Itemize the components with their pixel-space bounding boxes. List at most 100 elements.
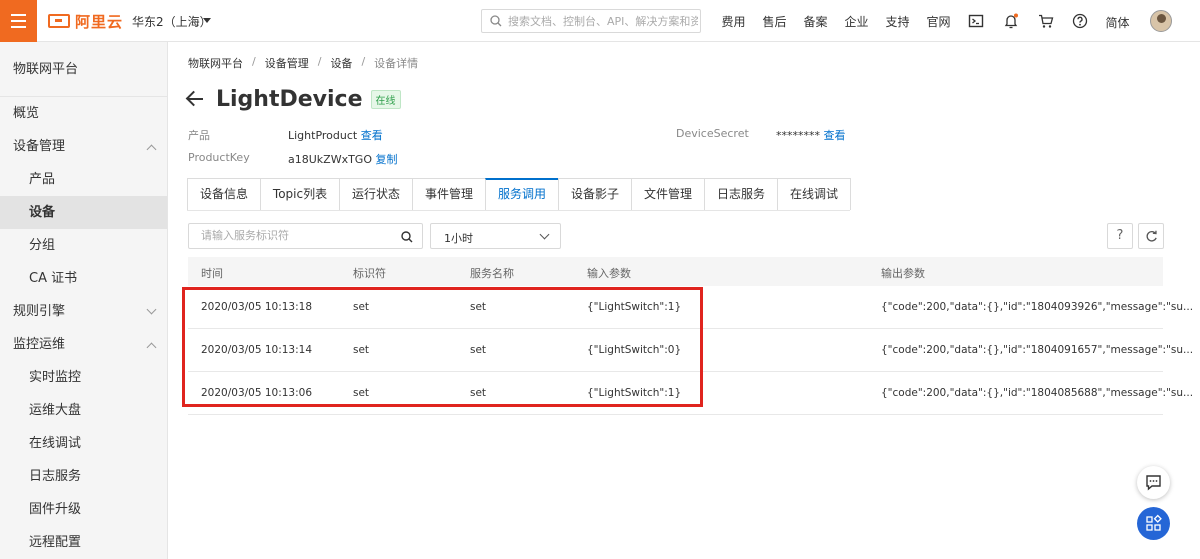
global-search[interactable] [481,9,701,33]
productkey-text: a18UkZWxTGO [288,153,372,166]
sidebar: 物联网平台 概览 设备管理 产品 设备 分组 CA 证书 规则引擎 监控运维 实… [0,42,168,559]
column-header-output-params: 输出参数 [881,267,925,280]
nav-link-fees[interactable]: 费用 [713,13,754,30]
view-product-link[interactable]: 查看 [361,129,383,142]
productkey-label: ProductKey [188,151,250,164]
nav-link-enterprise[interactable]: 企业 [836,13,877,30]
product-value: LightProduct 查看 [288,127,383,143]
global-search-input[interactable] [508,14,698,28]
sidebar-item-label: 远程配置 [29,535,82,550]
view-secret-link[interactable]: 查看 [824,129,846,142]
aliyun-logo[interactable]: 阿里云 [48,11,123,31]
devicesecret-value: ******** 查看 [776,127,846,143]
sidebar-item-realtime-monitoring[interactable]: 实时监控 [0,361,167,394]
back-arrow-icon[interactable] [186,90,204,108]
refresh-button[interactable] [1138,223,1164,249]
region-selector[interactable]: 华东2（上海） [132,13,212,30]
chevron-down-icon [146,304,157,315]
page-title: LightDevice [216,86,363,112]
hamburger-menu-button[interactable] [0,0,37,42]
sidebar-item-label: 在线调试 [29,436,82,451]
sidebar-item-label: 运维大盘 [29,403,82,418]
sidebar-item-device-management[interactable]: 设备管理 [0,130,167,163]
refresh-icon [1146,230,1157,242]
status-badge: 在线 [370,89,401,109]
tab-topic-list[interactable]: Topic列表 [260,178,340,210]
tab-run-status[interactable]: 运行状态 [339,178,413,210]
help-icon[interactable] [1072,13,1088,29]
sidebar-item-monitoring-ops[interactable]: 监控运维 [0,328,167,361]
chevron-up-icon [146,342,157,353]
column-header-service-name: 服务名称 [470,267,514,280]
sidebar-item-remote-config[interactable]: 远程配置 [0,526,167,559]
breadcrumb: 物联网平台 / 设备管理 / 设备 / 设备详情 [188,55,418,71]
breadcrumb-separator: / [361,55,366,68]
top-navigation-bar: 阿里云 华东2（上海） 费用 售后 备案 企业 支持 官网 简体 [0,0,1200,42]
sidebar-item-rule-engine[interactable]: 规则引擎 [0,295,167,328]
time-range-value: 1小时 [444,232,473,245]
cell-output-params: {"code":200,"data":{},"id":"1804091657",… [881,344,1194,356]
devicesecret-masked: ******** [776,129,820,142]
cell-output-params: {"code":200,"data":{},"id":"1804085688",… [881,387,1194,399]
sidebar-item-label: 概览 [13,106,40,121]
sidebar-item-online-debug[interactable]: 在线调试 [0,427,167,460]
copy-productkey-link[interactable]: 复制 [375,153,397,166]
notification-bell-icon[interactable] [1003,13,1019,29]
tab-file-management[interactable]: 文件管理 [631,178,705,210]
sidebar-item-label: 固件升级 [29,502,82,517]
language-selector[interactable]: 简体 [1097,14,1138,31]
sidebar-item-firmware-upgrade[interactable]: 固件升级 [0,493,167,526]
sidebar-item-label: 产品 [29,172,56,187]
sidebar-item-label: 设备管理 [13,139,66,154]
tab-service-invocation[interactable]: 服务调用 [485,178,559,210]
tab-log-service[interactable]: 日志服务 [704,178,778,210]
sidebar-item-label: 规则引擎 [13,304,66,319]
breadcrumb-device[interactable]: 设备 [330,55,352,71]
sidebar-item-log-service[interactable]: 日志服务 [0,460,167,493]
terminal-icon[interactable] [968,13,984,29]
question-icon: ? [1116,228,1124,243]
tab-device-info[interactable]: 设备信息 [187,178,261,210]
sidebar-item-product[interactable]: 产品 [0,163,167,196]
search-icon[interactable] [401,231,413,243]
sidebar-item-device[interactable]: 设备 [0,196,167,229]
service-search [188,223,423,249]
tab-device-shadow[interactable]: 设备影子 [558,178,632,210]
sidebar-title: 物联网平台 [0,42,167,97]
nav-link-support[interactable]: 支持 [877,13,918,30]
sidebar-item-label: 日志服务 [29,469,82,484]
column-header-identifier: 标识符 [353,267,386,280]
sidebar-item-label: CA 证书 [29,271,78,286]
chevron-up-icon [146,144,157,155]
feedback-chat-button[interactable] [1137,466,1170,499]
tab-online-debug[interactable]: 在线调试 [777,178,851,210]
sidebar-item-label: 实时监控 [29,370,82,385]
product-name: LightProduct [288,129,358,142]
column-header-input-params: 输入参数 [587,267,631,280]
caret-down-icon[interactable] [203,18,211,23]
breadcrumb-device-management[interactable]: 设备管理 [265,55,309,71]
help-button[interactable]: ? [1107,223,1133,249]
time-range-select[interactable]: 1小时 [430,223,561,249]
cell-output-params: {"code":200,"data":{},"id":"1804093926",… [881,301,1194,313]
nav-link-icp[interactable]: 备案 [795,13,836,30]
nav-link-official-site[interactable]: 官网 [918,13,959,30]
breadcrumb-iot-platform[interactable]: 物联网平台 [188,55,243,71]
nav-link-after-sales[interactable]: 售后 [754,13,795,30]
devicesecret-label: DeviceSecret [676,127,749,140]
sidebar-item-overview[interactable]: 概览 [0,97,167,130]
cart-icon[interactable] [1038,13,1054,29]
sidebar-item-ca-certificate[interactable]: CA 证书 [0,262,167,295]
aliyun-logo-icon [48,14,70,28]
column-header-time: 时间 [201,267,223,280]
service-identifier-input[interactable] [201,229,391,242]
sidebar-item-group[interactable]: 分组 [0,229,167,262]
tab-event-management[interactable]: 事件管理 [412,178,486,210]
productkey-value: a18UkZWxTGO 复制 [288,151,397,167]
logo-text: 阿里云 [75,12,124,31]
search-icon [490,15,502,27]
sidebar-item-ops-dashboard[interactable]: 运维大盘 [0,394,167,427]
user-avatar[interactable] [1150,10,1172,32]
sidebar-item-label: 监控运维 [13,337,66,352]
apps-button[interactable] [1137,507,1170,540]
